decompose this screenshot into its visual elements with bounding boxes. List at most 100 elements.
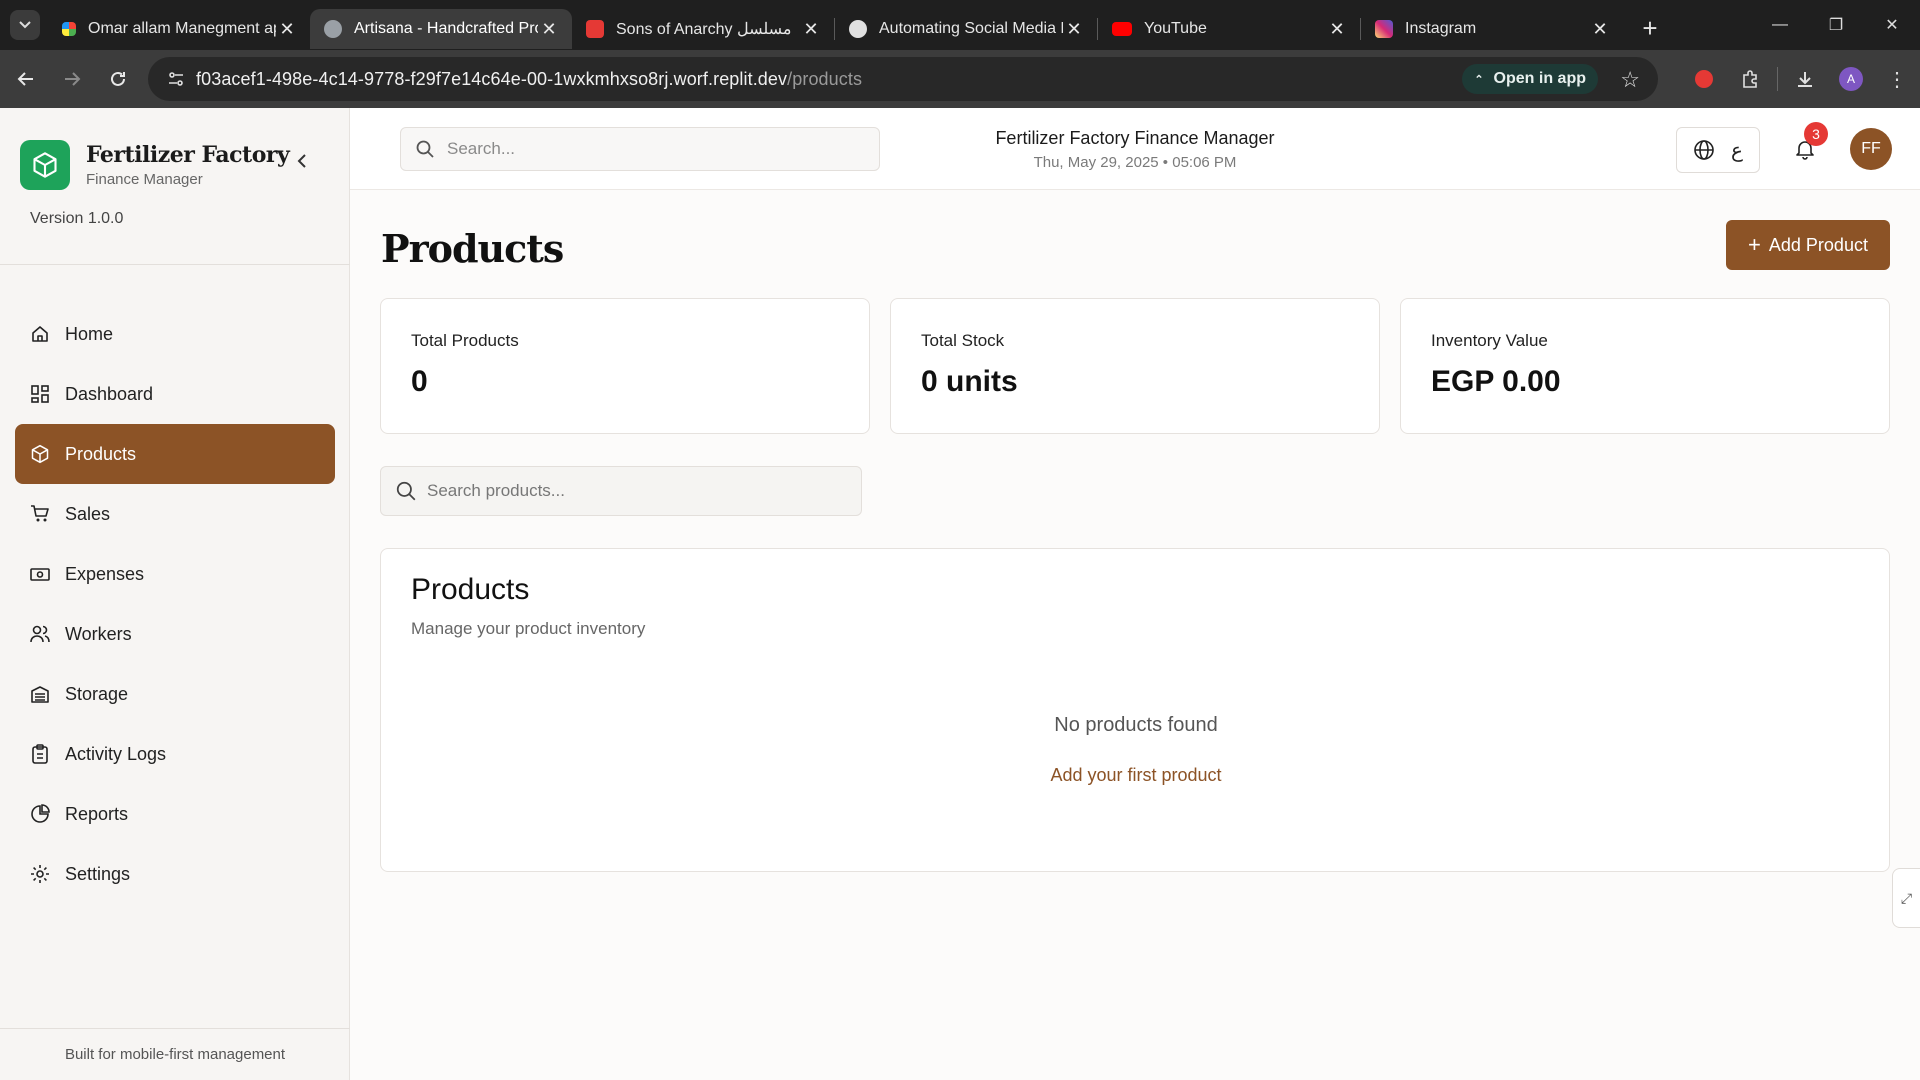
close-icon[interactable]: ✕ <box>538 19 560 40</box>
search-icon <box>396 481 416 501</box>
gear-icon <box>30 864 50 884</box>
side-panel-toggle[interactable]: ⤢ <box>1892 868 1920 928</box>
favicon-icon <box>586 20 604 38</box>
close-icon[interactable]: ✕ <box>1326 19 1348 40</box>
tab-title: YouTube <box>1144 20 1207 37</box>
sidebar-item-products[interactable]: Products <box>15 424 335 484</box>
language-toggle-button[interactable]: ع <box>1676 127 1760 173</box>
sidebar-item-sales[interactable]: Sales <box>15 484 335 544</box>
arrow-left-icon <box>17 72 33 86</box>
stat-value: 0 units <box>921 365 1018 398</box>
close-icon[interactable]: ✕ <box>276 19 298 40</box>
address-bar[interactable]: f03acef1-498e-4c14-9778-f29f7e14c64e-00-… <box>148 57 1658 101</box>
stat-label: Inventory Value <box>1431 331 1548 350</box>
new-tab-button[interactable]: + <box>1633 11 1667 45</box>
reload-button[interactable] <box>98 59 138 99</box>
search-placeholder: Search products... <box>427 481 565 500</box>
site-settings-icon[interactable] <box>156 70 196 88</box>
bookmark-star-icon[interactable]: ☆ <box>1620 67 1640 93</box>
more-menu-icon[interactable]: ⋮ <box>1874 67 1920 92</box>
forward-button[interactable] <box>52 59 92 99</box>
stat-value: EGP 0.00 <box>1431 365 1561 398</box>
toolbar-actions: A ⋮ <box>1681 50 1920 108</box>
youtube-favicon-icon <box>1112 22 1132 36</box>
globe-favicon-icon <box>324 20 342 38</box>
stat-card-total-stock: Total Stock 0 units <box>890 298 1380 434</box>
sidebar-item-label: Workers <box>65 623 132 644</box>
browser-tab[interactable]: Sons of Anarchy مسلسل ✕ <box>572 9 834 49</box>
profile-button[interactable]: A <box>1828 67 1874 91</box>
favicon-icon <box>62 22 76 36</box>
app-version: Version 1.0.0 <box>30 210 124 227</box>
back-button[interactable] <box>6 59 46 99</box>
open-in-app-button[interactable]: ⌃ Open in app <box>1462 64 1598 94</box>
add-product-button[interactable]: + Add Product <box>1726 220 1890 270</box>
dashboard-icon <box>30 384 50 404</box>
tab-title: Automating Social Media P <box>879 20 1063 37</box>
sidebar-item-activity-logs[interactable]: Activity Logs <box>15 724 335 784</box>
close-icon[interactable]: ✕ <box>800 19 822 40</box>
window-controls: — ❐ ✕ <box>1752 0 1920 50</box>
sidebar-nav: Home Dashboard Products Sales Expenses W… <box>15 304 335 904</box>
profile-avatar: A <box>1839 67 1863 91</box>
sidebar-item-dashboard[interactable]: Dashboard <box>15 364 335 424</box>
minimize-button[interactable]: — <box>1752 0 1808 50</box>
tab-title: Instagram <box>1405 20 1477 37</box>
sidebar-item-settings[interactable]: Settings <box>15 844 335 904</box>
browser-tab[interactable]: Automating Social Media P ✕ <box>835 9 1097 49</box>
cart-icon <box>30 504 50 524</box>
global-search-input[interactable]: Search... <box>400 127 880 171</box>
banknote-icon <box>30 564 50 584</box>
home-icon <box>30 324 50 344</box>
stat-value: 0 <box>411 365 428 398</box>
sidebar-item-home[interactable]: Home <box>15 304 335 364</box>
empty-state-text: No products found <box>1054 714 1218 736</box>
sidebar-item-label: Sales <box>65 503 111 524</box>
extensions-puzzle-icon[interactable] <box>1727 69 1773 89</box>
browser-tab[interactable]: Omar allam Manegment ap ✕ <box>48 9 310 49</box>
sidebar-item-workers[interactable]: Workers <box>15 604 335 664</box>
users-icon <box>30 624 50 644</box>
close-icon[interactable]: ✕ <box>1063 19 1085 40</box>
url-host: f03acef1-498e-4c14-9778-f29f7e14c64e-00-… <box>196 68 788 89</box>
sidebar-item-storage[interactable]: Storage <box>15 664 335 724</box>
warehouse-icon <box>30 684 50 704</box>
url-text: f03acef1-498e-4c14-9778-f29f7e14c64e-00-… <box>196 69 862 90</box>
browser-tab-strip: Omar allam Manegment ap ✕ Artisana - Han… <box>0 0 1920 50</box>
brand: Fertilizer Factory Finance Manager <box>20 140 290 190</box>
panel-title: Products <box>411 573 530 606</box>
download-icon[interactable] <box>1782 69 1828 89</box>
restore-button[interactable]: ❐ <box>1808 0 1864 50</box>
add-first-product-link[interactable]: Add your first product <box>381 765 1891 786</box>
close-icon[interactable]: ✕ <box>1589 19 1611 40</box>
app-root: Fertilizer Factory Finance Manager Versi… <box>0 108 1920 1080</box>
browser-tab[interactable]: YouTube ✕ <box>1098 9 1360 49</box>
search-placeholder: Search... <box>447 139 516 158</box>
window-close-button[interactable]: ✕ <box>1864 0 1920 50</box>
tab-title: Artisana - Handcrafted Pro <box>354 20 538 37</box>
sidebar-divider <box>0 264 350 265</box>
stat-card-total-products: Total Products 0 <box>380 298 870 434</box>
sidebar-item-reports[interactable]: Reports <box>15 784 335 844</box>
sidebar-item-label: Expenses <box>65 563 145 584</box>
collapse-sidebar-button[interactable] <box>296 152 308 175</box>
sidebar-item-label: Home <box>65 323 114 344</box>
sidebar-item-expenses[interactable]: Expenses <box>15 544 335 604</box>
sidebar-item-label: Activity Logs <box>65 743 167 764</box>
browser-tab-active[interactable]: Artisana - Handcrafted Pro ✕ <box>310 9 572 49</box>
add-product-label: Add Product <box>1768 234 1868 255</box>
product-search-input[interactable]: Search products... <box>380 466 862 516</box>
browser-tab[interactable]: Instagram ✕ <box>1361 9 1623 49</box>
user-avatar[interactable]: FF <box>1850 128 1892 170</box>
stat-label: Total Products <box>411 331 519 350</box>
sidebar: Fertilizer Factory Finance Manager Versi… <box>0 108 350 1080</box>
extension-red-icon[interactable] <box>1681 70 1727 88</box>
tab-title: Omar allam Manegment ap <box>88 20 276 37</box>
app-title: Fertilizer Factory Finance Manager <box>995 128 1275 148</box>
current-datetime: Thu, May 29, 2025 • 05:06 PM <box>1033 154 1237 171</box>
instagram-favicon-icon <box>1375 20 1393 38</box>
replit-icon: ⌃ <box>1474 73 1484 86</box>
url-path: /products <box>787 68 863 89</box>
pie-chart-icon <box>30 804 50 824</box>
tab-search-button[interactable] <box>10 10 40 40</box>
